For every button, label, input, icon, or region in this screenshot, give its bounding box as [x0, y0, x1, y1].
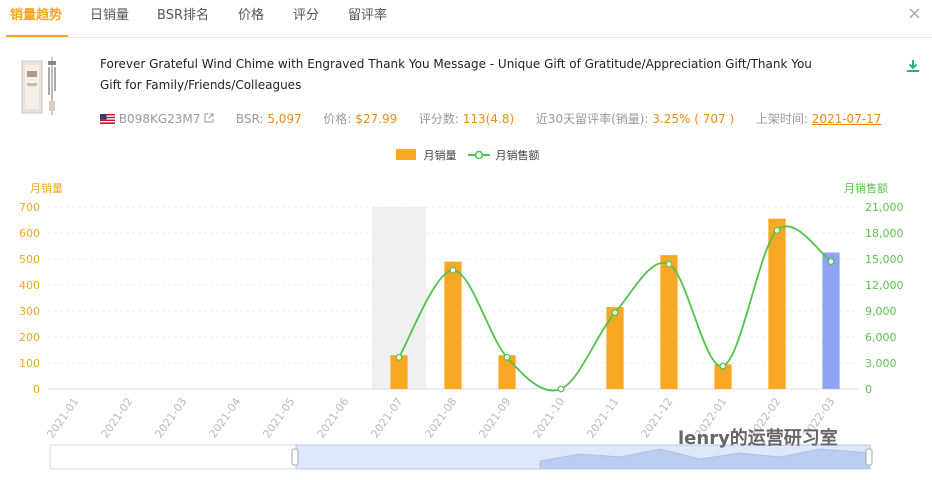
y-left-tick-label: 300 — [19, 305, 40, 318]
line-point[interactable] — [395, 353, 403, 361]
left-axis-title: 月销量 — [30, 182, 63, 195]
product-title[interactable]: Forever Grateful Wind Chime with Engrave… — [100, 54, 820, 96]
line-point[interactable] — [773, 227, 781, 234]
line-point[interactable] — [665, 260, 673, 268]
price-value: $27.99 — [355, 112, 398, 126]
watermark-text: lenry的运营研习室 — [678, 428, 838, 449]
bar-monthly-sales[interactable] — [822, 252, 840, 390]
y-left-tick-label: 200 — [19, 331, 40, 344]
ratings-value: 113(4.8) — [462, 112, 515, 126]
x-tick-label: 2021-10 — [530, 395, 567, 440]
tab-daily-sales[interactable]: 日销量 — [90, 4, 129, 23]
tab-bar: 销量趋势 日销量 BSR排名 价格 评分 留评率 × — [0, 0, 932, 38]
y-right-tick-label: 6,000 — [865, 331, 897, 344]
product-thumbnail[interactable] — [18, 55, 62, 123]
line-point[interactable] — [827, 258, 835, 265]
review-rate-label: 近30天留评率(销量): — [535, 112, 649, 126]
y-right-tick-label: 18,000 — [865, 227, 904, 240]
bar-monthly-sales[interactable] — [660, 255, 678, 389]
zoom-handle-left[interactable] — [291, 448, 299, 466]
legend-line-swatch[interactable] — [468, 150, 490, 160]
y-right-tick-label: 21,000 — [865, 201, 904, 214]
download-icon[interactable] — [906, 58, 920, 77]
y-right-tick-label: 3,000 — [865, 357, 897, 370]
x-tick-label: 2021-08 — [422, 395, 459, 440]
ratings-label: 评分数: — [418, 112, 459, 126]
x-tick-label: 2021-07 — [368, 395, 405, 440]
tab-bsr-rank[interactable]: BSR排名 — [157, 4, 209, 23]
line-point[interactable] — [449, 266, 457, 274]
x-tick-label: 2021-06 — [314, 395, 351, 440]
x-tick-label: 2021-12 — [638, 395, 675, 440]
line-point[interactable] — [611, 309, 619, 317]
x-tick-label: 2021-01 — [44, 395, 81, 440]
bar-monthly-sales[interactable] — [768, 218, 786, 389]
line-point[interactable] — [719, 362, 727, 370]
external-link-icon[interactable] — [204, 113, 214, 123]
tab-price[interactable]: 价格 — [238, 4, 264, 23]
tab-rating[interactable]: 评分 — [293, 4, 319, 23]
y-left-tick-label: 100 — [19, 357, 40, 370]
legend-bar-swatch[interactable] — [396, 149, 416, 160]
right-axis-title: 月销售额 — [844, 182, 888, 195]
y-left-tick-label: 700 — [19, 201, 40, 214]
x-tick-label: 2021-09 — [476, 395, 513, 440]
y-right-tick-label: 15,000 — [865, 253, 904, 266]
tab-sales-trend[interactable]: 销量趋势 — [10, 4, 62, 23]
y-left-tick-label: 600 — [19, 227, 40, 240]
zoom-handle-right[interactable] — [865, 448, 873, 466]
active-tab-indicator — [6, 35, 68, 37]
price-label: 价格: — [323, 112, 352, 126]
y-left-tick-label: 0 — [33, 383, 40, 396]
bsr-label: BSR: — [235, 112, 264, 126]
tab-review-rate[interactable]: 留评率 — [348, 4, 387, 23]
x-tick-label: 2021-05 — [260, 395, 297, 440]
asin[interactable]: B098KG23M7 — [119, 112, 201, 126]
close-icon[interactable]: × — [907, 3, 922, 24]
y-right-tick-label: 9,000 — [865, 305, 897, 318]
legend-line-label[interactable]: 月销售额 — [496, 149, 540, 162]
x-tick-label: 2021-11 — [584, 395, 621, 440]
y-right-tick-label: 0 — [865, 383, 872, 396]
product-meta: B098KG23M7 BSR: 5,097 价格: $27.99 评分数: 11… — [100, 110, 881, 127]
legend-bar-label[interactable]: 月销量 — [424, 149, 457, 162]
x-tick-label: 2021-03 — [152, 395, 189, 440]
review-rate-value: 3.25% ( 707 ) — [652, 112, 735, 126]
chart-legend: 月销量 月销售额 — [396, 147, 540, 163]
listed-date-label: 上架时间: — [755, 112, 808, 126]
bsr-value: 5,097 — [267, 112, 302, 126]
y-left-tick-label: 400 — [19, 279, 40, 292]
line-point[interactable] — [503, 353, 511, 361]
y-left-tick-label: 500 — [19, 253, 40, 266]
bar-monthly-sales[interactable] — [444, 261, 462, 389]
x-tick-label: 2021-04 — [206, 395, 243, 440]
us-flag-icon — [100, 114, 115, 124]
y-right-tick-label: 12,000 — [865, 279, 904, 292]
listed-date-value[interactable]: 2021-07-17 — [812, 112, 882, 126]
line-point[interactable] — [557, 385, 565, 393]
x-tick-label: 2021-02 — [98, 395, 135, 440]
